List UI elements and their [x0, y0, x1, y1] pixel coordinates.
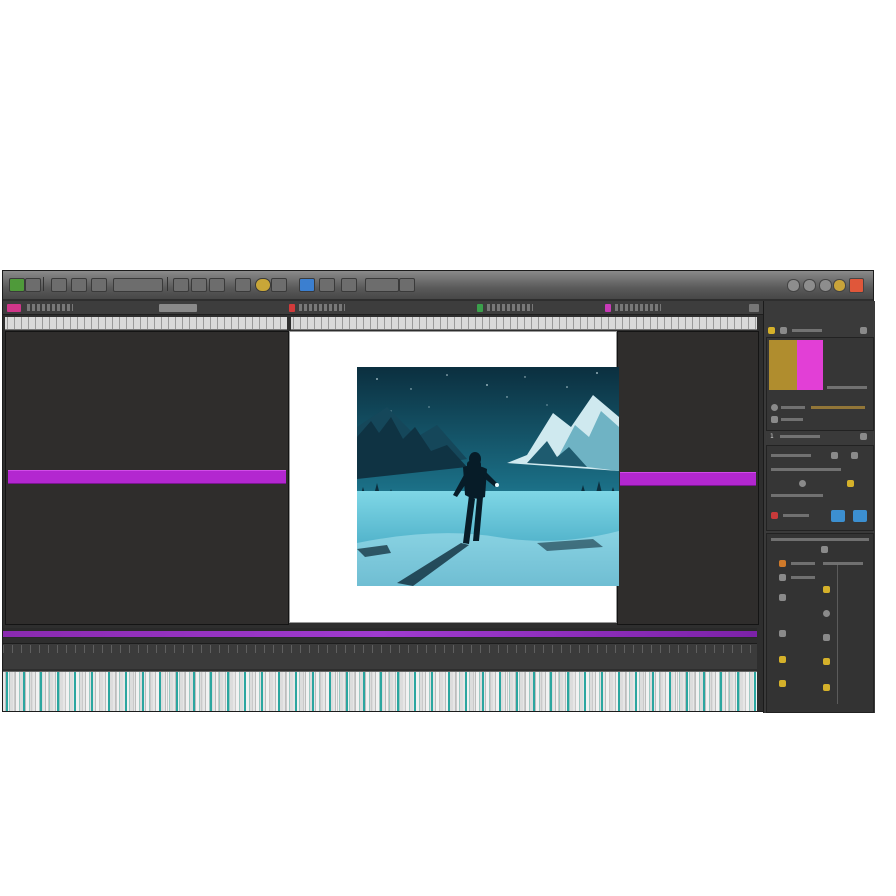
redo-button[interactable]	[51, 278, 67, 292]
layer-7-icon[interactable]	[823, 634, 830, 641]
layer-3-icon[interactable]	[823, 586, 830, 593]
program-ruler	[291, 317, 757, 330]
reference-viewer[interactable]	[617, 331, 759, 625]
panel-tabs	[3, 301, 763, 315]
app-window: 1	[2, 270, 875, 713]
options-icon[interactable]	[851, 452, 858, 459]
record-icon[interactable]	[771, 512, 778, 519]
cut-button[interactable]	[173, 278, 189, 292]
link-button[interactable]	[191, 278, 207, 292]
gold-swatch[interactable]	[769, 340, 797, 390]
render-button[interactable]	[209, 278, 225, 292]
audio-tab[interactable]	[477, 304, 483, 312]
properties-section	[766, 445, 874, 531]
source-tab[interactable]	[7, 304, 21, 312]
hiker-image	[357, 367, 619, 586]
add-icon[interactable]	[860, 433, 867, 440]
grid-button[interactable]	[71, 278, 87, 292]
timeline-clip[interactable]	[3, 631, 757, 637]
layer-2-icon[interactable]	[779, 574, 786, 581]
audio-waveform[interactable]	[3, 671, 757, 711]
expand-button[interactable]	[399, 278, 415, 292]
source-ruler	[5, 317, 287, 330]
snap-button[interactable]	[91, 278, 107, 292]
layer-icon[interactable]	[771, 416, 778, 423]
effects-tab[interactable]	[289, 304, 295, 312]
undo-button[interactable]	[25, 278, 41, 292]
folder-icon[interactable]	[821, 546, 828, 553]
program-canvas[interactable]	[289, 331, 619, 623]
arrow-button[interactable]	[341, 278, 357, 292]
layer-11-icon[interactable]	[823, 684, 830, 691]
close-button[interactable]	[849, 278, 864, 293]
layers-section	[766, 533, 874, 713]
layer-10-icon[interactable]	[779, 680, 786, 687]
export-button[interactable]	[255, 278, 271, 292]
eyedropper-icon[interactable]	[771, 404, 778, 411]
program-tab[interactable]	[159, 304, 197, 312]
color-icon[interactable]	[768, 327, 775, 334]
magenta-swatch[interactable]	[797, 340, 823, 390]
panel-menu-button[interactable]	[749, 304, 759, 312]
camera-icon[interactable]	[831, 510, 845, 522]
preview-button[interactable]	[235, 278, 251, 292]
source-viewer[interactable]	[5, 331, 289, 625]
toolbar	[3, 271, 873, 299]
blue-square-button[interactable]	[299, 278, 315, 292]
clip-button[interactable]	[271, 278, 287, 292]
layer-1-icon[interactable]	[779, 560, 786, 567]
view-icon[interactable]	[853, 510, 867, 522]
layer-5-icon[interactable]	[823, 610, 830, 617]
reference-playhead-bar[interactable]	[620, 472, 756, 486]
link-icon[interactable]	[831, 452, 838, 459]
maximize-button[interactable]	[819, 279, 832, 292]
graph-tab[interactable]	[605, 304, 611, 312]
pin-button[interactable]	[833, 279, 846, 292]
timeline-ticks	[3, 645, 757, 653]
keyframe-icon[interactable]	[847, 480, 854, 487]
layer-8-icon[interactable]	[779, 656, 786, 663]
rotate-icon[interactable]	[799, 480, 806, 487]
hiker-illustration	[357, 367, 619, 586]
record-button[interactable]	[9, 278, 25, 292]
color-section	[766, 337, 874, 431]
counter-label: 1	[770, 433, 774, 440]
expand-icon[interactable]	[860, 327, 867, 334]
layer-9-icon[interactable]	[823, 658, 830, 665]
settings-button[interactable]	[319, 278, 335, 292]
restore-button[interactable]	[803, 279, 816, 292]
loop-button[interactable]	[365, 278, 399, 292]
side-panel: 1	[763, 301, 875, 713]
playhead-bar[interactable]	[8, 470, 286, 484]
layer-6-icon[interactable]	[779, 630, 786, 637]
layout-button[interactable]	[113, 278, 163, 292]
minimize-button[interactable]	[787, 279, 800, 292]
lock-icon[interactable]	[780, 327, 787, 334]
layer-4-icon[interactable]	[779, 594, 786, 601]
